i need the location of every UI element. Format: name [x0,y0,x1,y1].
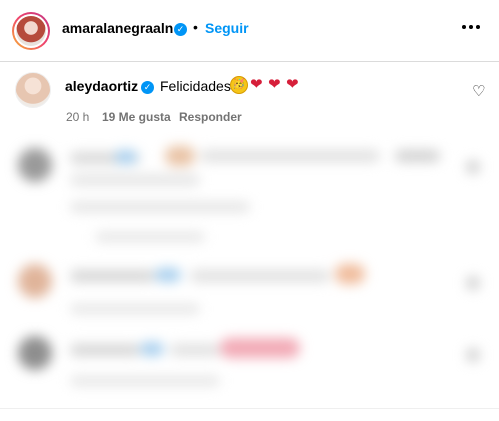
party-face-emoji: 🥳 [230,76,248,94]
post-header: amaralanegraaln ✓ • Seguir [0,0,499,62]
author-avatar[interactable] [12,12,50,50]
follow-button[interactable]: Seguir [205,20,249,36]
verified-badge-icon: ✓ [174,23,187,36]
blurred-comments [0,136,499,406]
more-options-icon[interactable] [462,24,480,30]
separator-dot: • [193,19,198,35]
like-comment-icon[interactable]: ♡ [472,82,485,100]
verified-badge-icon: ✓ [141,81,154,94]
comment-time[interactable]: 20 h [66,110,89,124]
divider [0,408,499,409]
author-username[interactable]: amaralanegraaln [62,20,173,36]
heart-emoji: ❤ [250,76,263,93]
heart-emoji: ❤ [286,76,299,93]
commenter-username[interactable]: aleydaortiz [65,78,138,94]
reply-button[interactable]: Responder [179,110,242,124]
comment-likes[interactable]: 19 Me gusta [102,110,171,124]
comment-text: Felicidades [160,78,231,94]
commenter-avatar[interactable] [15,72,51,108]
heart-emoji: ❤ [268,76,281,93]
